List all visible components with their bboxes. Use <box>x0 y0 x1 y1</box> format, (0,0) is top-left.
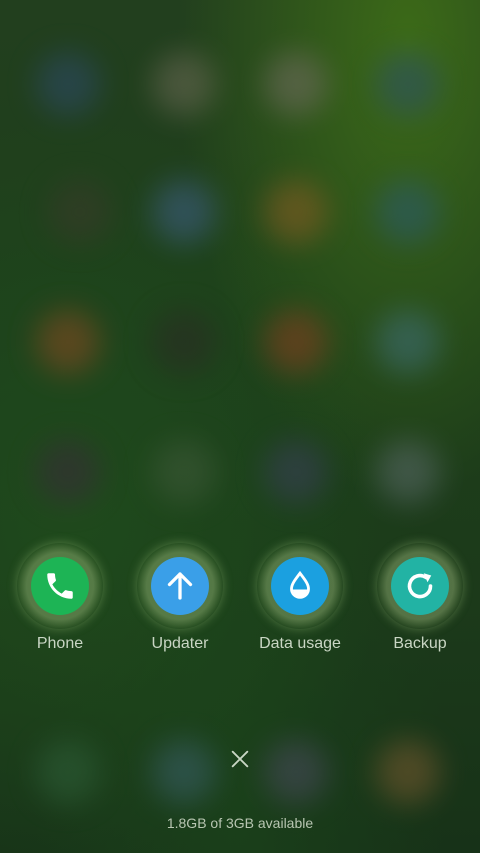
blurred-icon <box>152 740 216 804</box>
blurred-icon <box>264 180 328 244</box>
blurred-icon <box>264 310 328 374</box>
app-label: Data usage <box>259 635 341 652</box>
blurred-icon <box>152 52 216 116</box>
app-label: Phone <box>36 635 84 652</box>
close-icon <box>231 750 249 768</box>
blurred-icon <box>152 440 216 504</box>
blurred-icon <box>264 740 328 804</box>
blurred-icon <box>264 52 328 116</box>
app-halo <box>257 543 343 629</box>
close-all-button[interactable] <box>224 743 256 775</box>
blurred-icon <box>152 180 216 244</box>
memory-status: 1.8GB of 3GB available <box>166 815 314 831</box>
blurred-icon <box>48 180 112 244</box>
blurred-icon <box>36 440 100 504</box>
recent-app-updater[interactable]: Updater <box>120 543 240 653</box>
water-drop-icon[interactable] <box>271 557 329 615</box>
blurred-icon <box>376 740 440 804</box>
app-label: Backup <box>393 635 447 652</box>
blurred-icon <box>376 52 440 116</box>
blurred-icon <box>376 440 440 504</box>
app-halo <box>137 543 223 629</box>
blurred-icon <box>376 180 440 244</box>
recent-apps-row: Phone Updater Data usage Backup <box>0 543 480 663</box>
blurred-icon <box>36 52 100 116</box>
blurred-icon <box>152 310 216 374</box>
recent-app-backup[interactable]: Backup <box>360 543 480 653</box>
blurred-icon <box>264 440 328 504</box>
blurred-icon <box>36 740 100 804</box>
recent-app-phone[interactable]: Phone <box>0 543 120 653</box>
recent-app-data-usage[interactable]: Data usage <box>240 543 360 653</box>
app-halo <box>377 543 463 629</box>
app-halo <box>17 543 103 629</box>
refresh-icon[interactable] <box>391 557 449 615</box>
blurred-icon <box>36 310 100 374</box>
phone-icon[interactable] <box>31 557 89 615</box>
app-label: Updater <box>151 635 209 652</box>
blurred-icon <box>376 310 440 374</box>
arrow-up-icon[interactable] <box>151 557 209 615</box>
